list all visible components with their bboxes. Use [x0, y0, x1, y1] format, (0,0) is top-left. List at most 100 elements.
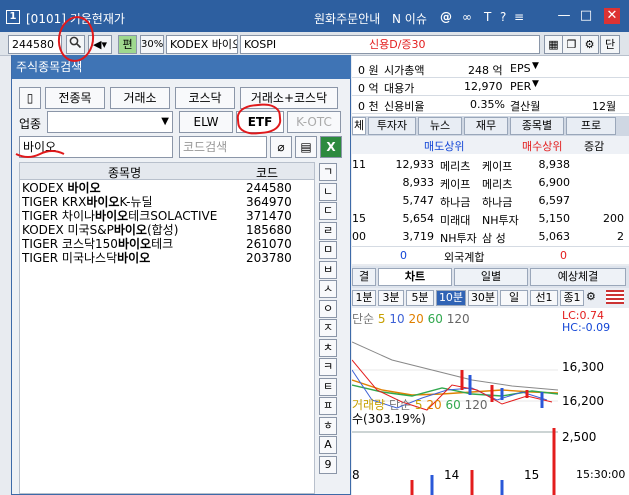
stock-name: KODEX 바이오 [22, 181, 240, 195]
initial-key-button[interactable]: ㄴ [319, 182, 337, 201]
period-5min[interactable]: 5분 [406, 290, 434, 306]
stock-search-dialog: 주식종목검색 ▯ 전종목 거래소 코스닥 거래소+코스닥 업종 ▼ ELW ET… [11, 55, 351, 495]
name-suffix: K-뉴딜 [119, 195, 153, 209]
save-icon[interactable]: ▤ [295, 136, 317, 158]
book-icon[interactable]: ▯ [19, 87, 41, 109]
us-flag-icon[interactable] [606, 290, 624, 304]
tab-program[interactable]: 프로 [566, 117, 616, 135]
list-item[interactable]: TIGER 미국나스닥바이오 203780 [20, 251, 314, 265]
buy-broker: 삼 성 [482, 232, 506, 245]
period-close1[interactable]: 종1 [560, 290, 584, 306]
link-icon[interactable]: ∞ [462, 10, 472, 24]
buy-top-header: 매수상위 [522, 140, 563, 153]
k-otc-button[interactable]: K-OTC [287, 111, 341, 133]
period-line1[interactable]: 선1 [530, 290, 558, 306]
change-header: 증감 [584, 140, 605, 153]
eraser-icon[interactable]: ⌀ [270, 136, 292, 158]
info-row: 0 천 신용비율 0.35% 결산월 12월 [352, 96, 629, 114]
info-label: 시가총액 [384, 64, 425, 77]
tab-investor[interactable]: 투자자 [368, 117, 416, 135]
per-dropdown-icon[interactable]: ▼ [532, 79, 539, 89]
name-suffix: (합성) [146, 223, 179, 237]
info-label: 결산월 [510, 100, 541, 113]
initial-key-button[interactable]: ㄹ [319, 221, 337, 240]
foreign-row: 0 외국계합 0 [352, 246, 629, 264]
buy-broker: 케이프 [482, 160, 513, 173]
tab-daily[interactable]: 일별 [454, 268, 528, 286]
period-3min[interactable]: 3분 [378, 290, 404, 306]
window-icon[interactable]: ❐ [562, 35, 581, 54]
initial-key-button[interactable]: ㅂ [319, 260, 337, 279]
list-item[interactable]: TIGER KRX바이오K-뉴딜 364970 [20, 195, 314, 209]
minimize-button[interactable]: — [556, 8, 572, 24]
layout-icon[interactable]: ▦ [544, 35, 563, 54]
edit-pill-button[interactable]: 편 [118, 35, 137, 54]
menu-icon[interactable]: ≡ [514, 10, 524, 24]
initial-key-button[interactable]: ㄷ [319, 202, 337, 220]
initial-key-button[interactable]: A [319, 436, 337, 454]
all-stocks-button[interactable]: 전종목 [45, 87, 105, 109]
help-icon[interactable]: ? [500, 10, 506, 24]
eps-dropdown-icon[interactable]: ▼ [532, 61, 539, 71]
tab-news[interactable]: 뉴스 [418, 117, 462, 135]
initial-key-button[interactable]: ㅎ [319, 416, 337, 435]
sector-select[interactable]: ▼ [47, 111, 173, 133]
sell-qty: 3,719 [402, 230, 435, 243]
tab-by-stock[interactable]: 종목별 [510, 117, 564, 135]
tab-finance[interactable]: 재무 [464, 117, 508, 135]
initial-key-button[interactable]: ㅌ [319, 377, 337, 396]
initial-key-button[interactable]: ㅊ [319, 338, 337, 357]
list-item[interactable]: TIGER 코스닥150바이오테크 261070 [20, 237, 314, 251]
order-info-link[interactable]: 원화주문안내 [314, 10, 380, 27]
info-label: EPS [510, 62, 531, 75]
period-day[interactable]: 일 [500, 290, 528, 306]
info-value: 12,970 [464, 80, 503, 93]
gear-icon[interactable]: ⚙ [586, 290, 596, 303]
tab-conclusion[interactable]: 체 [352, 117, 366, 135]
stock-code: 364970 [246, 195, 292, 209]
credit-label: 신용D/증30 [369, 38, 426, 51]
initial-key-button[interactable]: ㅇ [319, 299, 337, 318]
ma-60: 60 [427, 312, 443, 326]
user-icon[interactable]: @ [440, 10, 452, 24]
ma-10: 10 [389, 312, 405, 326]
list-item[interactable]: KODEX 바이오 244580 [20, 181, 314, 195]
toolbar: 244580 ◀▾ 편 30% KODEX 바이오 KOSPI 신용D/증30 … [0, 32, 629, 56]
list-item[interactable]: TIGER 차이나바이오테크SOLACTIVE 371470 [20, 209, 314, 223]
sell-broker: 메리츠 [440, 160, 471, 173]
text-icon[interactable]: T [484, 10, 491, 24]
list-item[interactable]: KODEX 미국S&P바이오(합성) 185680 [20, 223, 314, 237]
kosdaq-button[interactable]: 코스닥 [175, 87, 235, 109]
broker-header: 매도상위 매수상위 증감 [352, 136, 629, 154]
excel-icon[interactable]: X [320, 136, 342, 158]
gear-icon[interactable]: ⚙ [580, 35, 599, 54]
period-1min[interactable]: 1분 [352, 290, 376, 306]
initial-key-button[interactable]: ㅁ [319, 241, 337, 259]
broker-panel: 매도상위 매수상위 증감 11 12,933 메리츠 케이프 8,938 8,933 케이프… [352, 136, 629, 264]
single-button[interactable]: 단 [600, 35, 620, 54]
close-button[interactable]: ✕ [604, 8, 620, 24]
chevron-down-icon: ▼ [161, 116, 169, 127]
period-bar: 1분 3분 5분 10분 30분 일 선1 종1 ⚙ [352, 288, 629, 308]
initial-key-button[interactable]: ㅋ [319, 358, 337, 376]
tab-expected[interactable]: 예상체결 [530, 268, 626, 286]
foreign-buy-value: 0 [560, 249, 567, 262]
initial-key-button[interactable]: ㅍ [319, 397, 337, 415]
maximize-button[interactable]: □ [578, 8, 594, 24]
tab-conclusion-2[interactable]: 결 [352, 268, 376, 286]
stock-code-input[interactable]: 244580 [8, 35, 62, 54]
info-label: PER [510, 80, 532, 93]
exchange-button[interactable]: 거래소 [110, 87, 170, 109]
tab-chart[interactable]: 차트 [378, 268, 452, 286]
initial-key-button[interactable]: ㄱ [319, 163, 337, 181]
initial-key-button[interactable]: ㅈ [319, 319, 337, 337]
code-search-input[interactable]: 코드검색 [179, 136, 267, 158]
issue-link[interactable]: N 이슈 [392, 10, 427, 27]
initial-key-button[interactable]: ㅅ [319, 280, 337, 298]
period-30min[interactable]: 30분 [468, 290, 498, 306]
buy-qty: 6,597 [538, 194, 571, 207]
elw-button[interactable]: ELW [179, 111, 233, 133]
period-10min[interactable]: 10분 [436, 290, 466, 306]
initial-key-button[interactable]: 9 [319, 455, 337, 474]
broker-row: 00 3,719 NH투자 삼 성 5,063 2 [352, 228, 629, 246]
